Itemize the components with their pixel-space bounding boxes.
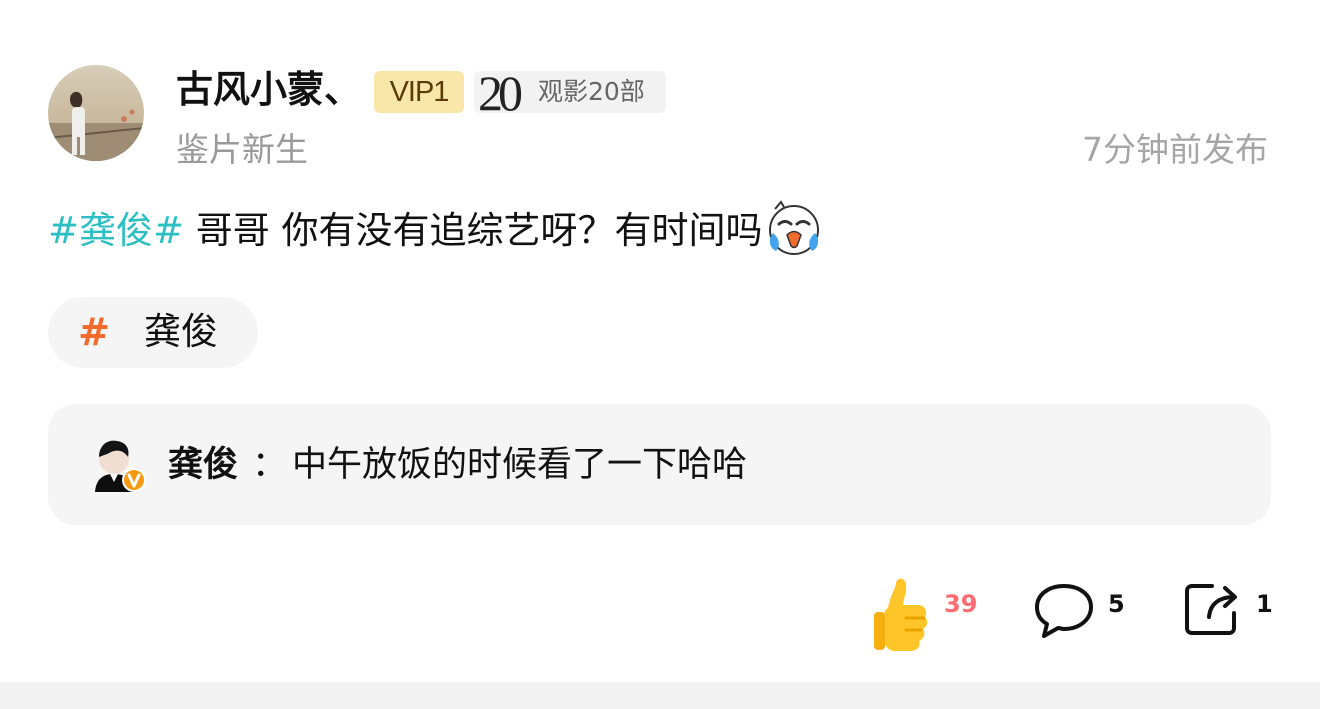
post-time: 7分钟前发布 (1082, 130, 1268, 169)
share-button[interactable]: 1 (1182, 574, 1273, 654)
traveler-avatar-icon (48, 65, 144, 161)
like-button[interactable]: 39 (870, 574, 980, 654)
hash-icon: # (78, 310, 110, 354)
username[interactable]: 古风小蒙、 (176, 64, 361, 116)
reply-separator: ： (252, 445, 288, 485)
featured-reply[interactable]: 龚俊 ： 中午放饭的时候看了一下哈哈 (48, 404, 1271, 525)
watch-count-display: 20 (478, 65, 523, 121)
like-count: 39 (944, 590, 978, 618)
vip-badge[interactable]: VIP1 (374, 71, 464, 113)
user-avatar[interactable] (48, 65, 144, 161)
verified-avatar-icon[interactable] (86, 434, 148, 496)
reply-text: 中午放饭的时候看了一下哈哈 (292, 445, 748, 485)
user-level-title: 鉴片新生 (176, 130, 308, 169)
thumbs-up-icon (870, 578, 934, 658)
post-card: 古风小蒙、 VIP1 20 观影20部 鉴片新生 7分钟前发布 #龚俊# 哥哥 … (0, 0, 1320, 682)
post-text: 哥哥 你有没有追综艺呀？有时间吗 (184, 209, 763, 252)
share-count: 1 (1256, 590, 1273, 618)
comment-count: 5 (1108, 590, 1125, 618)
post-content: #龚俊# 哥哥 你有没有追综艺呀？有时间吗 (48, 199, 823, 258)
topic-chip[interactable]: # 龚俊 (48, 297, 258, 368)
comment-button[interactable]: 5 (1032, 574, 1132, 654)
topic-chip-label: 龚俊 (144, 310, 218, 353)
feed-separator (0, 682, 1320, 709)
reply-author[interactable]: 龚俊 (168, 439, 238, 491)
crying-face-icon (763, 196, 823, 256)
watch-count-text: 观影20部 (538, 77, 645, 106)
post-hashtag[interactable]: #龚俊# (48, 209, 184, 252)
watch-count-badge[interactable]: 20 观影20部 (474, 65, 666, 121)
